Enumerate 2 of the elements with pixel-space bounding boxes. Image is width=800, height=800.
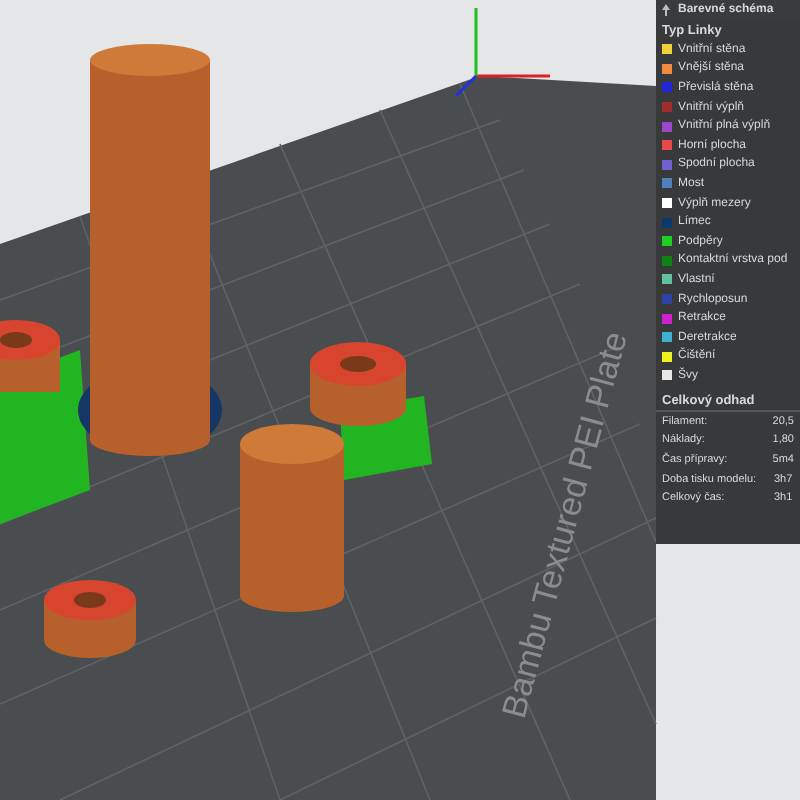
plate-label: Bambu Textured PEI Plate xyxy=(495,327,635,723)
pin-icon xyxy=(660,3,672,15)
